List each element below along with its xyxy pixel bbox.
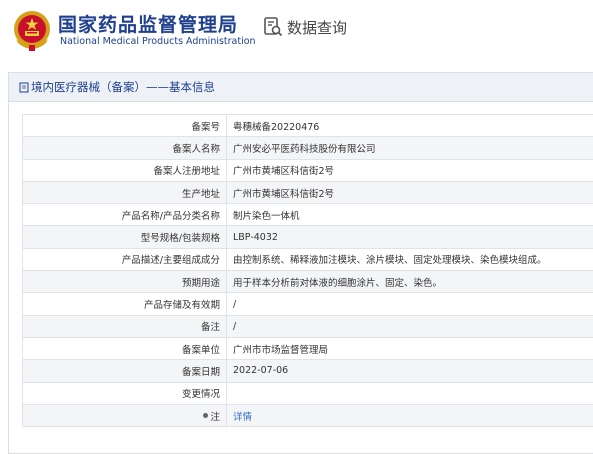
- row-value: 2022-07-06: [227, 360, 593, 382]
- row-value: 广州市黄埔区科信街2号: [227, 159, 593, 181]
- row-label: 生产地址: [23, 181, 227, 203]
- table-row: 变更情况: [23, 382, 593, 404]
- site-header: 国家药品监督管理局 National Medical Products Admi…: [0, 0, 593, 62]
- row-label: 备案号: [23, 115, 227, 137]
- row-value: 制片染色一体机: [227, 204, 593, 226]
- table-row: 预期用途 用于样本分析前对体液的细胞涂片、固定、染色。: [23, 271, 593, 293]
- national-emblem-logo: [12, 9, 52, 53]
- row-value: /: [227, 293, 593, 315]
- table-row: 产品描述/主要组成成分 由控制系统、稀释液加注模块、涂片模块、固定处理模块、染色…: [23, 248, 593, 270]
- panel-title: 境内医疗器械（备案）——基本信息: [31, 73, 215, 101]
- row-label: 产品名称/产品分类名称: [23, 204, 227, 226]
- row-value: 广州市黄埔区科信街2号: [227, 181, 593, 203]
- table-row: 备案人注册地址 广州市黄埔区科信街2号: [23, 159, 593, 181]
- table-row: 产品名称/产品分类名称 制片染色一体机: [23, 204, 593, 226]
- table-row: 生产地址 广州市黄埔区科信街2号: [23, 181, 593, 203]
- data-query-link[interactable]: 数据查询: [262, 15, 347, 39]
- row-label: 备案单位: [23, 337, 227, 359]
- table-row: 注 详情: [23, 404, 593, 426]
- table-row: 产品存储及有效期 /: [23, 293, 593, 315]
- row-value: 详情: [227, 404, 593, 426]
- note-row-label: 注: [23, 404, 227, 426]
- detail-table: 备案号 粤穗械备20220476 备案人名称 广州安必平医药科技股份有限公司 备…: [22, 114, 593, 427]
- table-row: 备案单位 广州市市场监督管理局: [23, 337, 593, 359]
- table-row: 型号规格/包装规格 LBP-4032: [23, 226, 593, 248]
- table-row: 备案日期 2022-07-06: [23, 360, 593, 382]
- row-label: 备案人注册地址: [23, 159, 227, 181]
- org-name-cn: 国家药品监督管理局: [58, 10, 238, 37]
- row-label: 备案日期: [23, 360, 227, 382]
- row-label: 注: [210, 409, 220, 423]
- table-row: 备注 /: [23, 315, 593, 337]
- org-name-en: National Medical Products Administration: [60, 36, 256, 47]
- row-value: 广州安必平医药科技股份有限公司: [227, 137, 593, 159]
- table-row: 备案人名称 广州安必平医药科技股份有限公司: [23, 137, 593, 159]
- detail-panel: 境内医疗器械（备案）——基本信息 备案号 粤穗械备20220476 备案人名称 …: [8, 72, 593, 454]
- panel-title-bar: 境内医疗器械（备案）——基本信息: [9, 73, 593, 102]
- bullet-icon: [203, 413, 208, 418]
- row-label: 备注: [23, 315, 227, 337]
- row-value: 粤穗械备20220476: [227, 115, 593, 137]
- table-row: 备案号 粤穗械备20220476: [23, 115, 593, 137]
- row-value: /: [227, 315, 593, 337]
- data-query-label: 数据查询: [287, 17, 347, 38]
- row-label: 产品存储及有效期: [23, 293, 227, 315]
- row-value: 用于样本分析前对体液的细胞涂片、固定、染色。: [227, 271, 593, 293]
- row-label: 备案人名称: [23, 137, 227, 159]
- data-search-icon: [262, 16, 284, 38]
- row-label: 变更情况: [23, 382, 227, 404]
- row-label: 产品描述/主要组成成分: [23, 248, 227, 270]
- document-icon: [19, 82, 29, 93]
- row-value: 由控制系统、稀释液加注模块、涂片模块、固定处理模块、染色模块组成。: [227, 248, 593, 270]
- details-link[interactable]: 详情: [233, 412, 252, 423]
- row-value: 广州市市场监督管理局: [227, 337, 593, 359]
- row-label: 型号规格/包装规格: [23, 226, 227, 248]
- row-label: 预期用途: [23, 271, 227, 293]
- row-value: [227, 382, 593, 404]
- row-value: LBP-4032: [227, 226, 593, 248]
